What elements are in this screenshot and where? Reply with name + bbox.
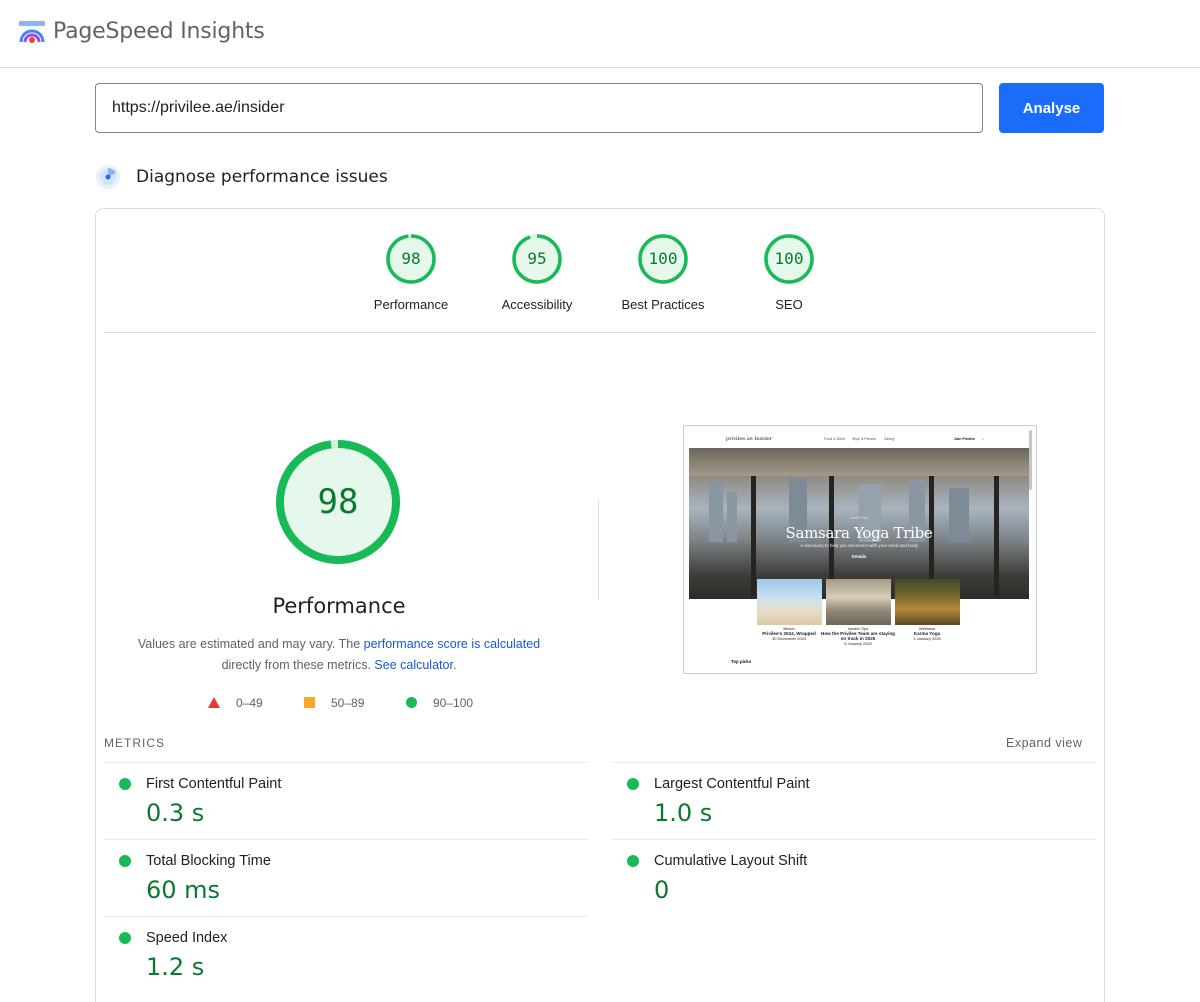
see-calculator-link[interactable]: See calculator xyxy=(374,658,453,672)
legend-pass: 90–100 xyxy=(433,696,474,710)
average-square-icon xyxy=(304,697,315,708)
brand-title[interactable]: PageSpeed Insights xyxy=(53,19,265,44)
category-gauge-accessibility[interactable]: 95 xyxy=(511,233,563,285)
card-title: How the Privilee Team are staying on tra… xyxy=(821,631,895,641)
pass-circle-icon xyxy=(627,778,639,790)
screenshot-card: Beach Privilee's 2024, Wrapped 30 Decemb… xyxy=(749,626,829,641)
screenshot-nav-link: Food & Drink xyxy=(824,437,845,441)
thumb-yoga xyxy=(895,579,960,625)
hero-button: Details xyxy=(851,554,867,559)
thumb-office xyxy=(826,579,891,625)
metric-divider xyxy=(104,916,588,917)
category-label: Performance xyxy=(373,297,449,312)
hero-ceiling xyxy=(689,448,1029,476)
performance-gauge: 98 xyxy=(274,438,402,566)
legend-average: 50–89 xyxy=(331,696,365,710)
expand-view-toggle[interactable]: Expand view xyxy=(1006,736,1082,750)
divider xyxy=(104,332,1096,333)
card-date: 30 December 2024 xyxy=(771,636,807,641)
category-score: 100 xyxy=(774,249,804,268)
pass-circle-icon xyxy=(627,855,639,867)
metric-name: Total Blocking Time xyxy=(146,853,271,869)
diagnose-radar-icon xyxy=(96,165,120,189)
note-text: Values are estimated and may vary. The xyxy=(137,637,364,651)
screenshot-top-picks: Top picks xyxy=(731,659,752,664)
diagnose-title: Diagnose performance issues xyxy=(136,167,388,187)
metric-value: 0.3 s xyxy=(146,799,205,827)
note-text: directly from these metrics. xyxy=(221,658,375,672)
hero-title: Samsara Yoga Tribe xyxy=(785,524,933,542)
pass-circle-icon xyxy=(406,697,417,708)
metric-name: Largest Contentful Paint xyxy=(654,776,810,792)
category-gauge-seo[interactable]: 100 xyxy=(763,233,815,285)
screenshot-card: Wellness Karma Yoga 1 January 2025 xyxy=(887,626,967,641)
card-date: 1 January 2025 xyxy=(913,636,941,641)
metric-value: 0 xyxy=(654,876,670,904)
screenshot-nav: privilee.ae Insider Food & Drink Style &… xyxy=(684,426,1036,448)
fail-triangle-icon xyxy=(208,697,220,708)
screenshot-nav-link: Style & Fitness xyxy=(852,437,876,441)
vertical-divider xyxy=(598,500,599,600)
screenshot-card: Insider Tips How the Privilee Team are s… xyxy=(818,626,898,646)
card-date: 5 January 2025 xyxy=(844,641,872,646)
metric-value: 1.2 s xyxy=(146,953,205,981)
category-score: 98 xyxy=(401,249,421,268)
top-bar: PageSpeed Insights xyxy=(0,0,1200,68)
metric-name: Cumulative Layout Shift xyxy=(654,853,808,869)
category-label: SEO xyxy=(775,297,803,312)
legend-fail: 0–49 xyxy=(236,696,263,710)
metric-divider xyxy=(612,839,1096,840)
category-score: 95 xyxy=(527,249,547,268)
category-label: Accessibility xyxy=(501,297,573,312)
score-calculated-link[interactable]: performance score is calculated xyxy=(364,637,540,651)
pass-circle-icon xyxy=(119,932,131,944)
category-label: Best Practices xyxy=(621,297,705,312)
screenshot-hero: Insider Pick Samsara Yoga Tribe A sanctu… xyxy=(689,448,1029,599)
metric-name: First Contentful Paint xyxy=(146,776,282,792)
page-screenshot: privilee.ae Insider Food & Drink Style &… xyxy=(683,425,1037,674)
category-gauge-best-practices[interactable]: 100 xyxy=(637,233,689,285)
metric-divider xyxy=(104,839,588,840)
url-input[interactable] xyxy=(95,83,983,133)
note-text: . xyxy=(452,658,457,672)
metric-divider xyxy=(104,762,588,763)
metrics-label: METRICS xyxy=(104,736,165,750)
performance-note: Values are estimated and may vary. The p… xyxy=(120,634,558,676)
metric-value: 1.0 s xyxy=(654,799,713,827)
screenshot-scrollbar xyxy=(1029,430,1032,490)
analyse-button[interactable]: Analyse xyxy=(999,83,1104,133)
pagespeed-logo-icon[interactable] xyxy=(18,18,46,46)
hero-kicker: Insider Pick xyxy=(849,516,869,520)
category-score: 100 xyxy=(648,249,678,268)
metric-divider xyxy=(612,762,1096,763)
hero-subtitle: A sanctuary to help you reconnect with y… xyxy=(800,543,918,548)
pass-circle-icon xyxy=(119,778,131,790)
metric-value: 60 ms xyxy=(146,876,221,904)
screenshot-nav-link: Dining xyxy=(884,437,895,441)
screenshot-join: Join Privilee xyxy=(954,437,976,441)
screenshot-search-icon: ⌕ xyxy=(982,437,985,441)
screenshot-logo: privilee.ae Insider xyxy=(726,436,773,442)
performance-title: Performance xyxy=(272,594,406,618)
performance-score: 98 xyxy=(317,482,359,522)
metric-name: Speed Index xyxy=(146,930,228,946)
pass-circle-icon xyxy=(119,855,131,867)
thumb-beach xyxy=(757,579,822,625)
category-gauge-performance[interactable]: 98 xyxy=(385,233,437,285)
